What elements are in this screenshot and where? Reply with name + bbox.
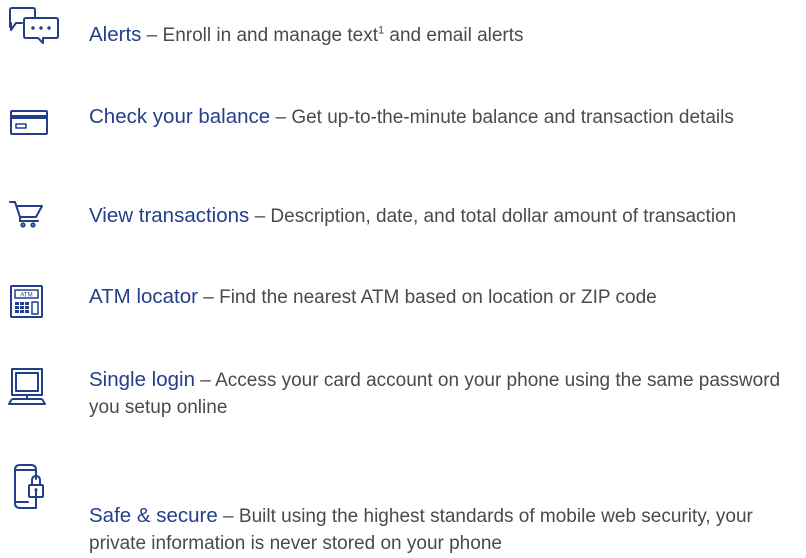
separator: – <box>197 287 220 308</box>
feature-description: Enroll in and manage text <box>162 25 378 46</box>
separator: – <box>217 506 239 527</box>
atm-screen-label: ATM <box>20 293 32 299</box>
feature-text: Alerts – Enroll in and manage text1 and … <box>89 21 804 49</box>
separator: – <box>249 206 271 227</box>
atm-icon: ATM <box>8 277 64 333</box>
computer-icon <box>8 359 64 415</box>
chat-bubbles-icon <box>8 6 64 62</box>
feature-text: View transactions – Description, date, a… <box>89 202 804 230</box>
feature-description-end: and email alerts <box>384 25 524 46</box>
credit-card-icon <box>8 91 64 147</box>
feature-description: Get up-to-the-minute balance and transac… <box>291 107 734 128</box>
separator: – <box>195 370 216 391</box>
feature-text: Single login – Access your card account … <box>89 366 804 421</box>
feature-description: Find the nearest ATM based on location o… <box>219 287 657 308</box>
feature-title: View transactions <box>89 204 250 227</box>
feature-title: Check your balance <box>89 105 271 128</box>
feature-title: Alerts <box>89 23 142 46</box>
feature-text: ATM locator – Find the nearest ATM based… <box>89 283 804 311</box>
feature-text: Check your balance – Get up-to-the-minut… <box>89 103 804 131</box>
feature-text: Safe & secure – Built using the highest … <box>89 502 804 557</box>
phone-lock-icon <box>8 455 64 511</box>
feature-description: Description, date, and total dollar amou… <box>270 206 737 227</box>
feature-title: Safe & secure <box>89 504 218 527</box>
separator: – <box>141 25 163 46</box>
feature-title: ATM locator <box>89 285 198 308</box>
feature-title: Single login <box>89 368 195 391</box>
shopping-cart-icon <box>8 190 64 246</box>
separator: – <box>270 107 292 128</box>
